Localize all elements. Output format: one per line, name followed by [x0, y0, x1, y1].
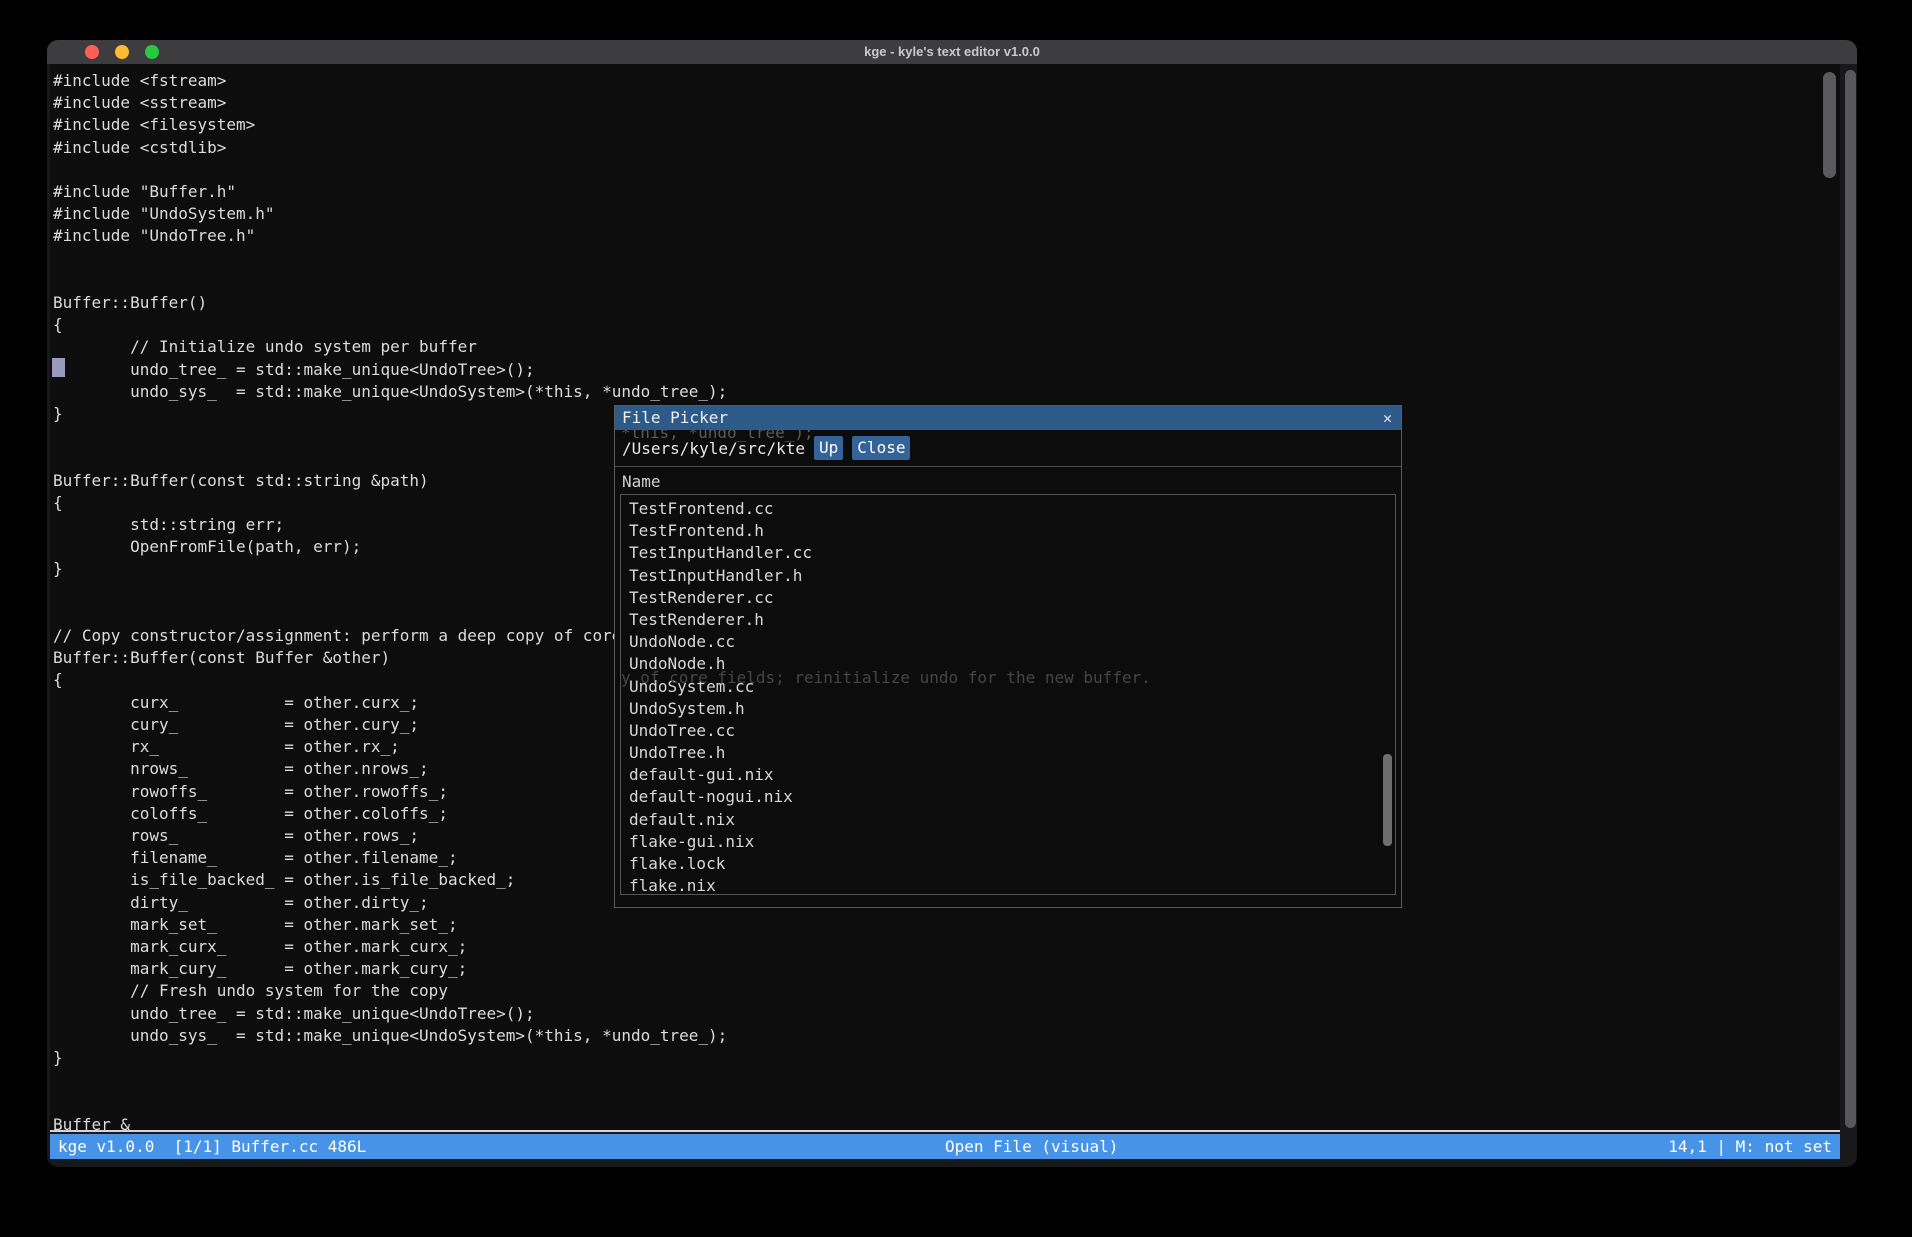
file-list-item[interactable]: TestRenderer.h — [621, 609, 1395, 631]
file-list[interactable]: TestFrontend.ccTestFrontend.hTestInputHa… — [620, 494, 1396, 895]
dialog-close-button[interactable]: Close — [852, 436, 910, 460]
file-picker-titlebar[interactable]: File Picker ✕ — [615, 406, 1401, 430]
window-title: kge - kyle's text editor v1.0.0 — [47, 40, 1857, 64]
file-list-scrollbar-thumb[interactable] — [1383, 754, 1392, 846]
file-list-item[interactable]: TestRenderer.cc — [621, 587, 1395, 609]
file-list-item[interactable]: UndoNode.cc — [621, 631, 1395, 653]
statusbar-separator — [50, 1130, 1840, 1132]
file-picker-title: File Picker — [622, 408, 728, 427]
file-list-item[interactable]: UndoTree.h — [621, 742, 1395, 764]
file-list-item[interactable]: default-gui.nix — [621, 764, 1395, 786]
file-list-item[interactable]: flake.lock — [621, 853, 1395, 875]
window-scrollbar[interactable] — [1845, 70, 1856, 1128]
column-header-name: Name — [622, 472, 661, 491]
file-list-item[interactable]: default-nogui.nix — [621, 786, 1395, 808]
file-list-item[interactable]: UndoTree.cc — [621, 720, 1395, 742]
app-window: kge - kyle's text editor v1.0.0 #include… — [47, 40, 1857, 1167]
file-list-item[interactable]: TestInputHandler.h — [621, 565, 1395, 587]
dialog-separator — [615, 466, 1401, 467]
ghost-code-line-comment: y of core fields; reinitialize undo for … — [621, 667, 1151, 689]
editor-scrollbar-thumb[interactable] — [1823, 72, 1836, 178]
file-list-item[interactable]: default.nix — [621, 809, 1395, 831]
editor-cursor — [52, 358, 65, 377]
file-list-item[interactable]: UndoSystem.h — [621, 698, 1395, 720]
close-icon[interactable]: ✕ — [1383, 406, 1392, 430]
file-list-item[interactable]: flake.nix — [621, 875, 1395, 895]
file-list-item[interactable]: TestFrontend.cc — [621, 498, 1395, 520]
file-list-item[interactable]: flake-gui.nix — [621, 831, 1395, 853]
file-list-item[interactable]: TestInputHandler.cc — [621, 542, 1395, 564]
window-titlebar[interactable]: kge - kyle's text editor v1.0.0 — [47, 40, 1857, 64]
status-cursor-position: 14,1 | M: not set — [1668, 1134, 1832, 1159]
status-mode: Open File (visual) — [945, 1134, 1118, 1159]
file-picker-dialog: File Picker ✕ *this, *undo_tree_); y of … — [614, 405, 1402, 908]
status-version-file: kge v1.0.0 [1/1] Buffer.cc 486L — [58, 1134, 366, 1159]
status-bar: kge v1.0.0 [1/1] Buffer.cc 486L Open Fil… — [50, 1134, 1840, 1159]
up-button[interactable]: Up — [814, 436, 843, 460]
file-list-item[interactable]: TestFrontend.h — [621, 520, 1395, 542]
